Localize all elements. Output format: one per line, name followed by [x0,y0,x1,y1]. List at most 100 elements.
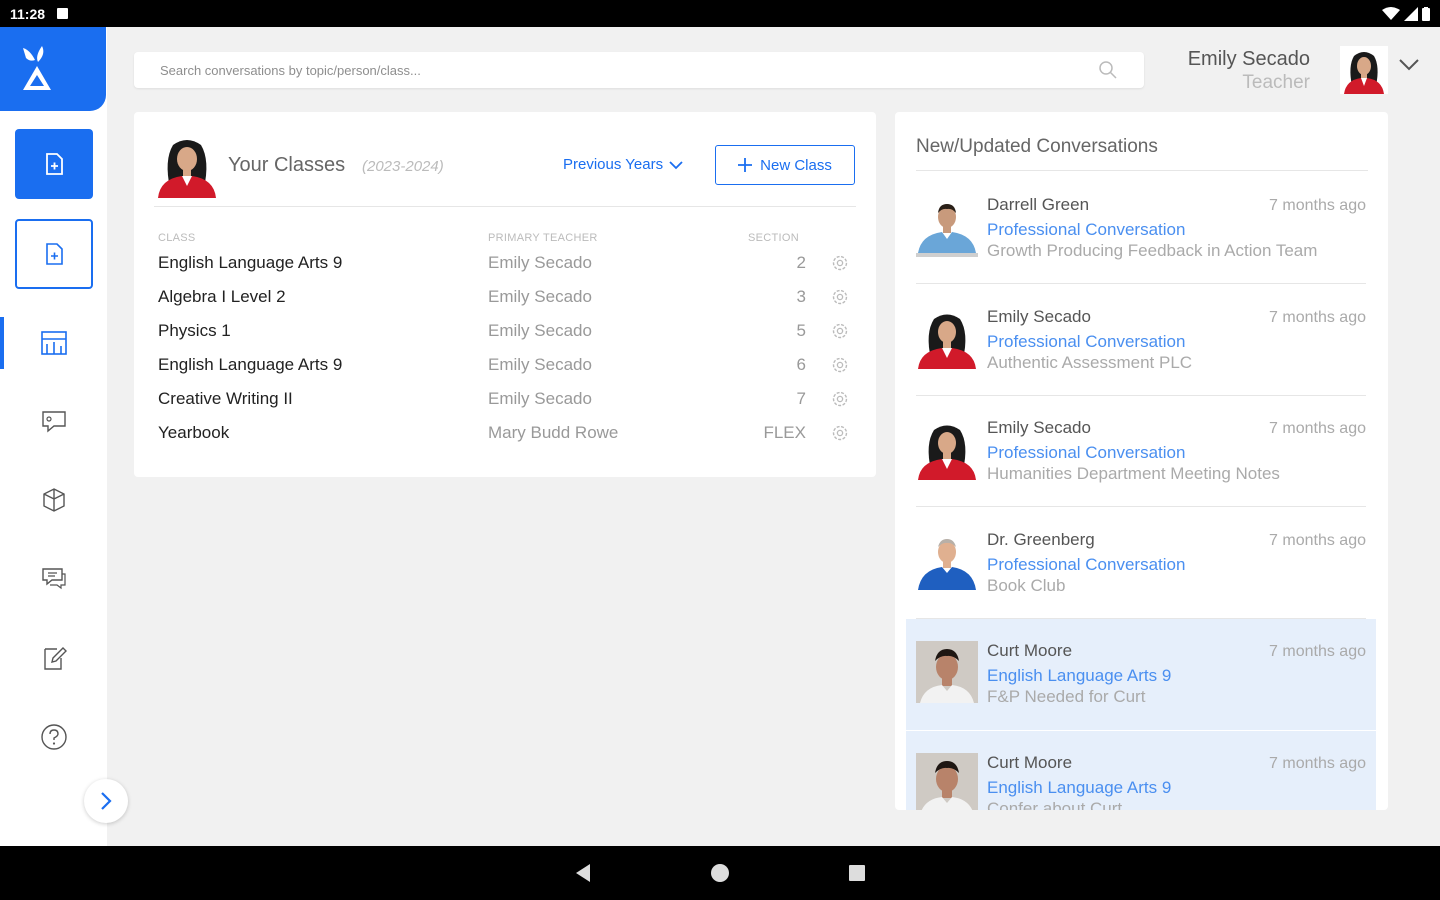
class-teacher: Emily Secado [488,355,592,374]
divider [916,170,1368,171]
expand-sidebar-button[interactable] [84,779,128,823]
sidebar-item-groups[interactable] [15,465,93,535]
wifi-icon [1382,6,1400,20]
system-navigation-bar [0,846,1440,900]
class-row[interactable]: Creative Writing II Emily Secado 7 [134,383,876,417]
sidebar-item-notes[interactable] [15,623,93,693]
sidebar-item-presentations[interactable] [15,386,93,456]
conversation-topic: F&P Needed for Curt [987,687,1146,706]
conversation-item[interactable]: Curt Moore 7 months ago English Language A… [906,730,1376,810]
search-input[interactable] [160,62,1098,78]
sidebar [0,27,128,846]
class-row[interactable]: Yearbook Mary Budd Rowe FLEX [134,417,876,451]
recents-icon[interactable] [848,864,866,882]
conversation-item[interactable]: Emily Secado 7 months ago Professional Con… [906,285,1376,396]
conversation-type[interactable]: Professional Conversation [987,443,1185,463]
column-header-teacher: PRIMARY TEACHER [488,232,598,244]
status-icons [1382,6,1430,21]
column-header-section: SECTION [748,232,799,244]
conversations-card: New/Updated Conversations Darrell Green 7… [895,112,1388,810]
search-bar [134,52,1144,88]
sidebar-item-new-document[interactable] [15,219,93,289]
conversation-author: Curt Moore [987,641,1073,660]
avatar [916,529,978,592]
active-indicator [0,317,4,369]
cube-icon [43,488,65,512]
back-icon[interactable] [574,863,592,883]
avatar [916,195,978,257]
previous-years-dropdown[interactable]: Previous Years [563,156,683,173]
sidebar-item-dashboard[interactable] [15,308,93,378]
user-role: Teacher [1242,72,1310,93]
user-name: Emily Secado [1187,48,1310,70]
conversation-time: 7 months ago [1269,308,1366,326]
dashboard-icon [41,331,67,355]
conversation-type[interactable]: Professional Conversation [987,332,1185,352]
gear-icon[interactable] [830,423,850,443]
conversation-topic: Authentic Assessment PLC [987,352,1193,372]
class-section: 7 [796,389,806,408]
conversation-time: 7 months ago [1269,643,1366,660]
class-name: English Language Arts 9 [158,253,343,272]
class-teacher: Emily Secado [488,321,592,340]
conversation-author: Curt Moore [987,752,1073,772]
conversation-topic: Growth Producing Feedback in Action Team [987,241,1318,260]
conversation-topic: Book Club [987,575,1066,595]
new-class-label: New Class [760,156,832,174]
divider [154,206,856,207]
user-menu[interactable]: Emily Secado Teacher [1180,40,1420,100]
conversation-type[interactable]: English Language Arts 9 [987,666,1171,686]
conversation-author: Emily Secado [987,306,1091,326]
conversation-time: 7 months ago [1269,531,1366,549]
class-section: FLEX [763,423,806,442]
class-section: 3 [796,287,806,306]
classes-title: Your Classes [228,154,346,176]
class-name: Algebra I Level 2 [158,287,286,306]
gear-icon[interactable] [830,253,850,273]
conversation-time: 7 months ago [1269,754,1366,772]
chevron-down-icon [669,160,683,169]
document-outline-icon [46,243,63,265]
chevron-down-icon[interactable] [1398,58,1420,72]
home-icon[interactable] [710,863,730,883]
class-name: Physics 1 [158,321,231,340]
app-logo[interactable] [0,27,106,111]
class-row[interactable]: English Language Arts 9 Emily Secado 2 [134,247,876,281]
column-header-class: CLASS [158,232,196,244]
conversation-author: Emily Secado [987,418,1091,437]
conversation-item[interactable]: Dr. Greenberg 7 months ago Professional Co… [906,508,1376,619]
new-class-button[interactable]: New Class [715,145,855,185]
conversation-type[interactable]: Professional Conversation [987,220,1185,240]
plus-icon [738,158,753,172]
classes-card: Your Classes (2023-2024) Previous Years … [134,112,876,477]
conversation-type[interactable]: English Language Arts 9 [987,778,1171,798]
gear-icon[interactable] [830,389,850,409]
class-teacher: Mary Budd Rowe [488,423,619,442]
sidebar-item-help[interactable] [15,702,93,772]
gear-icon[interactable] [830,355,850,375]
class-row[interactable]: English Language Arts 9 Emily Secado 6 [134,349,876,383]
battery-icon [1422,6,1430,21]
edit-icon [44,647,67,670]
class-teacher: Emily Secado [488,287,592,306]
class-row[interactable]: Physics 1 Emily Secado 5 [134,315,876,349]
sidebar-item-classes[interactable] [15,129,93,199]
conversation-item[interactable]: Darrell Green 7 months ago Professional Co… [906,173,1376,284]
class-name: Yearbook [158,423,230,442]
conversation-item[interactable]: Emily Secado 7 months ago Professional Con… [906,396,1376,507]
gear-icon[interactable] [830,321,850,341]
avatar [916,418,978,480]
previous-years-label: Previous Years [563,156,664,173]
class-section: 5 [796,321,806,340]
conversation-item[interactable]: Curt Moore 7 months ago English Language A… [906,619,1376,730]
class-row[interactable]: Algebra I Level 2 Emily Secado 3 [134,281,876,315]
gear-icon[interactable] [830,287,850,307]
user-avatar [1340,46,1388,94]
chat-icon [42,568,66,590]
conversation-author: Dr. Greenberg [987,529,1095,549]
sidebar-item-conversations[interactable] [15,543,93,613]
status-bar: 11:28 [0,0,1440,27]
search-icon[interactable] [1098,60,1118,80]
notification-icon [57,8,69,19]
conversation-type[interactable]: Professional Conversation [987,555,1185,575]
